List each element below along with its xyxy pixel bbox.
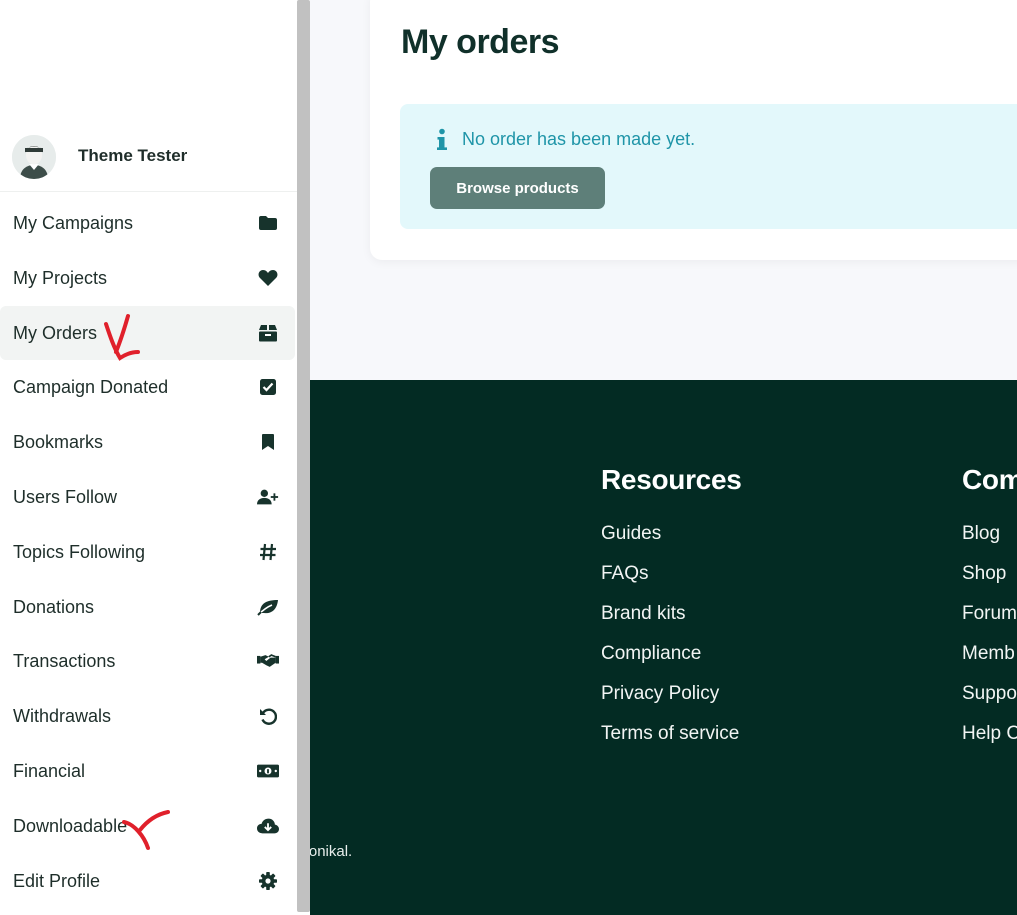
sidebar-item-label: Users Follow	[13, 486, 118, 507]
sidebar-item-label: Transactions	[13, 651, 116, 672]
footer-link-forum[interactable]: Forum	[962, 594, 1017, 634]
footer-link-faqs[interactable]: FAQs	[601, 554, 742, 594]
footer-link-brand-kits[interactable]: Brand kits	[601, 594, 742, 634]
undo-icon	[257, 706, 279, 726]
sidebar-item-my-campaigns[interactable]: My Campaigns	[0, 196, 297, 251]
footer-heading-resources: Resources	[601, 464, 742, 495]
sidebar-item-label: Withdrawals	[13, 706, 112, 727]
footer-column-community: Com Blog Shop Forum Memb Suppo Help C	[962, 464, 1017, 754]
sidebar-item-users-follow[interactable]: Users Follow	[0, 470, 297, 525]
page-title: My orders	[401, 23, 560, 61]
account-sidebar: Theme Tester My Campaigns My Projects My…	[0, 0, 310, 915]
orders-card: My orders No order has been made yet. Br…	[370, 0, 1017, 260]
sidebar-item-label: Edit Profile	[13, 870, 101, 891]
footer-link-members[interactable]: Memb	[962, 634, 1017, 674]
sidebar-item-bookmarks[interactable]: Bookmarks	[0, 415, 297, 470]
browse-products-button[interactable]: Browse products	[430, 167, 605, 209]
sidebar-item-transactions[interactable]: Transactions	[0, 634, 297, 689]
sidebar-item-topics-following[interactable]: Topics Following	[0, 525, 297, 580]
user-profile-header[interactable]: Theme Tester	[0, 130, 297, 192]
footer-heading-community: Com	[962, 464, 1017, 495]
user-name: Theme Tester	[78, 146, 188, 165]
sidebar-item-label: Financial	[13, 760, 86, 781]
sidebar-item-label: Topics Following	[13, 541, 146, 562]
empty-orders-message: No order has been made yet.	[462, 129, 696, 149]
user-plus-icon	[257, 487, 279, 507]
sidebar-item-label: Campaign Donated	[13, 377, 169, 398]
sidebar-scrollbar-thumb[interactable]	[297, 0, 310, 912]
sidebar-item-edit-profile[interactable]: Edit Profile	[0, 854, 297, 909]
avatar	[12, 135, 56, 179]
sidebar-item-label: Bookmarks	[13, 432, 104, 453]
check-square-icon	[257, 377, 279, 397]
box-icon	[257, 323, 279, 343]
footer-link-terms-of-service[interactable]: Terms of service	[601, 714, 742, 754]
footer-link-support[interactable]: Suppo	[962, 674, 1017, 714]
cloud-download-icon	[257, 816, 279, 836]
bookmark-icon	[257, 432, 279, 452]
sidebar-item-financial[interactable]: Financial	[0, 744, 297, 799]
footer-link-help-center[interactable]: Help C	[962, 714, 1017, 754]
leaf-icon	[257, 597, 279, 617]
footer-link-blog[interactable]: Blog	[962, 514, 1017, 554]
sidebar-item-label: Downloadable	[13, 815, 128, 836]
info-icon	[436, 128, 448, 152]
footer-link-privacy-policy[interactable]: Privacy Policy	[601, 674, 742, 714]
sidebar-item-label: My Orders	[13, 322, 98, 343]
folder-icon	[257, 213, 279, 233]
sidebar-item-my-projects[interactable]: My Projects	[0, 251, 297, 306]
sidebar-item-donations[interactable]: Donations	[0, 580, 297, 635]
empty-orders-notice: No order has been made yet. Browse produ…	[400, 104, 1017, 229]
account-menu: My Campaigns My Projects My Orders Campa…	[0, 196, 297, 908]
footer-link-guides[interactable]: Guides	[601, 514, 742, 554]
sidebar-item-label: Donations	[13, 596, 95, 617]
sidebar-item-downloadable[interactable]: Downloadable	[0, 799, 297, 854]
sidebar-item-label: My Projects	[13, 267, 108, 288]
sidebar-item-campaign-donated[interactable]: Campaign Donated	[0, 360, 297, 415]
footer-link-compliance[interactable]: Compliance	[601, 634, 742, 674]
gear-icon	[257, 871, 279, 891]
money-bill-icon	[257, 761, 279, 781]
sidebar-item-label: My Campaigns	[13, 213, 134, 233]
sidebar-item-withdrawals[interactable]: Withdrawals	[0, 689, 297, 744]
hashtag-icon	[257, 542, 279, 562]
footer-column-resources: Resources Guides FAQs Brand kits Complia…	[601, 464, 742, 754]
heart-icon	[257, 268, 279, 288]
footer-link-shop[interactable]: Shop	[962, 554, 1017, 594]
sidebar-item-my-orders[interactable]: My Orders	[0, 305, 295, 361]
handshake-icon	[257, 651, 279, 671]
